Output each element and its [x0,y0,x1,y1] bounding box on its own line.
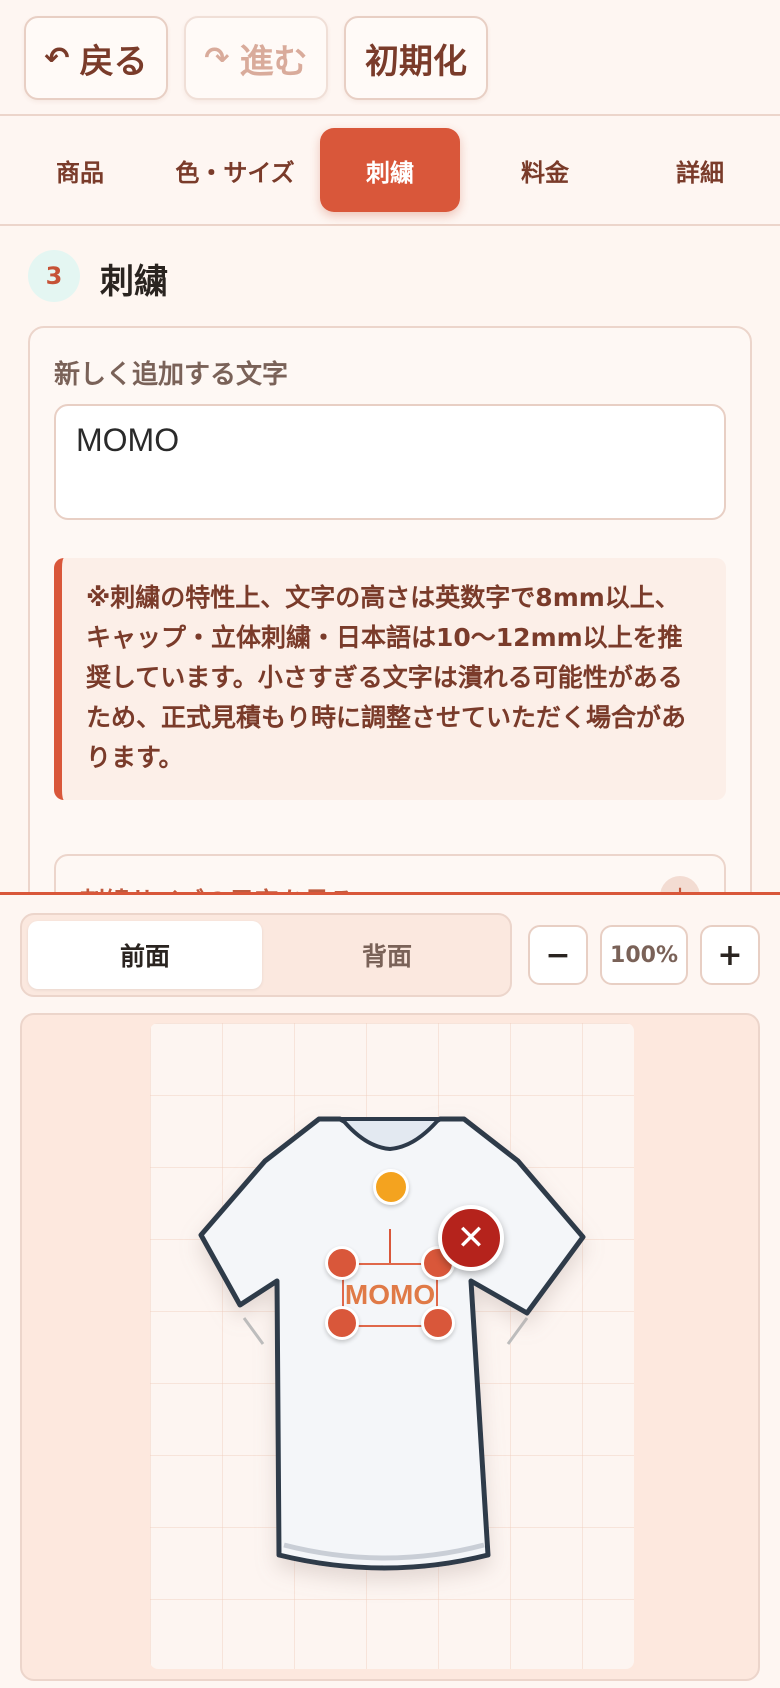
top-toolbar: ↶ 戻る ↷ 進む 初期化 [0,0,780,116]
undo-label: 戻る [79,41,148,82]
rotate-handle-line [389,1229,391,1263]
tab-details[interactable]: 詳細 [630,128,770,212]
tab-product[interactable]: 商品 [10,128,150,212]
resize-handle-top-left[interactable] [325,1246,359,1280]
tab-price[interactable]: 料金 [475,128,615,212]
delete-design-button[interactable]: ✕ [438,1205,504,1271]
embroidery-text-input[interactable] [54,404,726,520]
undo-icon: ↶ [44,40,70,76]
reset-button[interactable]: 初期化 [344,16,488,100]
design-canvas[interactable]: MOMO ✕ [20,1013,760,1681]
resize-handle-bottom-right[interactable] [421,1306,455,1340]
section-number-badge: 3 [28,250,80,302]
redo-label: 進む [239,41,308,82]
section-title: 刺繍 [100,262,168,302]
tab-color-size[interactable]: 色・サイズ [165,128,305,212]
rotate-handle[interactable] [373,1169,409,1205]
preview-panel: 前面 背面 − 100% + MOMO ✕ [0,892,780,1688]
zoom-level: 100% [600,925,688,985]
zoom-out-button[interactable]: − [528,925,588,985]
back-side-button[interactable]: 背面 [270,921,504,989]
new-text-label: 新しく追加する文字 [54,360,289,390]
step-tabs: 商品 色・サイズ 刺繍 料金 詳細 [0,116,780,226]
embroidery-notice: ※刺繍の特性上、文字の高さは英数字で8mm以上、キャップ・立体刺繍・日本語は10… [54,558,726,800]
zoom-in-button[interactable]: + [700,925,760,985]
redo-icon: ↷ [204,40,230,76]
tshirt-icon [198,1116,586,1571]
resize-handle-bottom-left[interactable] [325,1306,359,1340]
side-switch: 前面 背面 [20,913,512,997]
tab-embroidery[interactable]: 刺繍 [320,128,460,212]
redo-button[interactable]: ↷ 進む [184,16,328,100]
undo-button[interactable]: ↶ 戻る [24,16,168,100]
reset-label: 初期化 [365,41,467,82]
front-side-button[interactable]: 前面 [28,921,262,989]
